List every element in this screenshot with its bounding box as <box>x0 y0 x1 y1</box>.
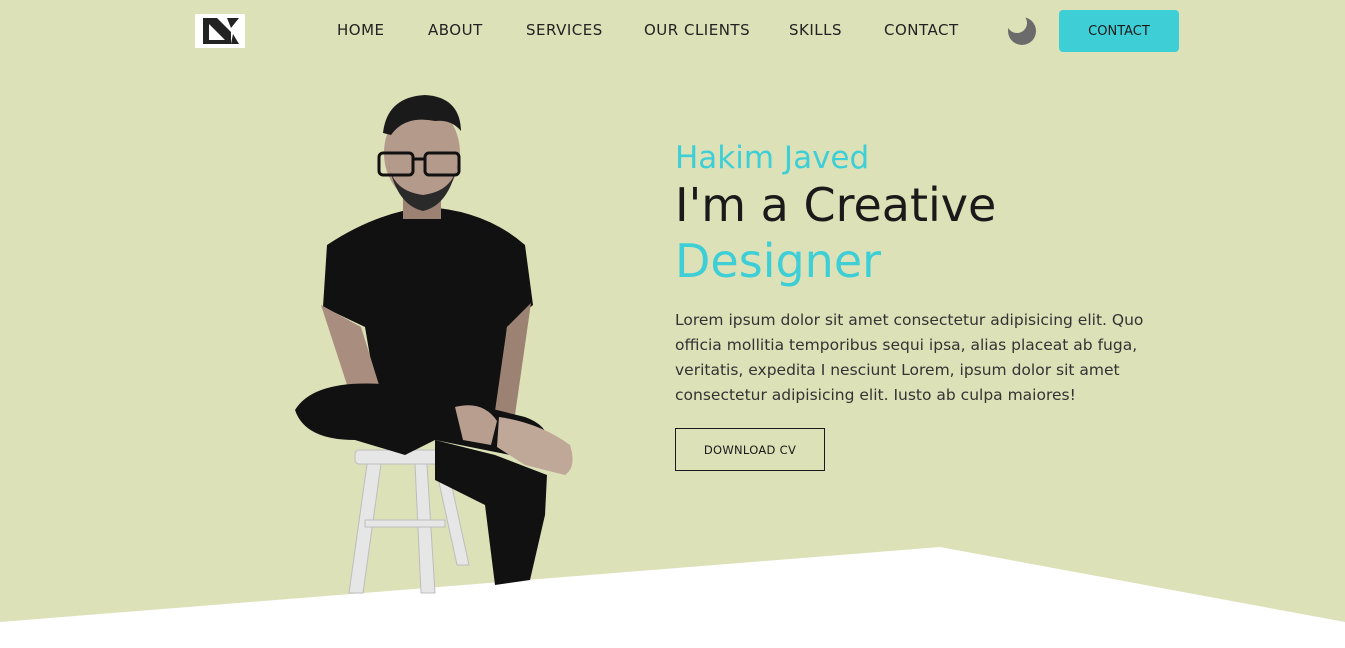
hero-title-accent: Designer <box>675 234 882 288</box>
nav-contact-link[interactable]: CONTACT <box>884 21 959 39</box>
nav-about-link[interactable]: ABOUT <box>428 21 483 39</box>
hero-title: I'm a Creative <box>675 178 997 232</box>
contact-button[interactable]: CONTACT <box>1059 10 1179 52</box>
hero-name: Hakim Javed <box>675 140 870 176</box>
nav-services-link[interactable]: SERVICES <box>526 21 603 39</box>
nav-skills-link[interactable]: SKILLS <box>789 21 842 39</box>
download-cv-button[interactable]: DOWNLOAD CV <box>675 428 825 471</box>
moon-icon[interactable] <box>1006 14 1040 48</box>
hero-description: Lorem ipsum dolor sit amet consectetur a… <box>675 311 1144 404</box>
hero-portrait-image <box>295 95 573 594</box>
site-header: HOME ABOUT SERVICES OUR CLIENTS SKILLS C… <box>0 0 1345 62</box>
nav-home-link[interactable]: HOME <box>337 21 385 39</box>
logo-mark-icon <box>195 14 245 48</box>
nav-our-clients-link[interactable]: OUR CLIENTS <box>644 21 750 39</box>
brand-logo[interactable] <box>195 14 245 48</box>
